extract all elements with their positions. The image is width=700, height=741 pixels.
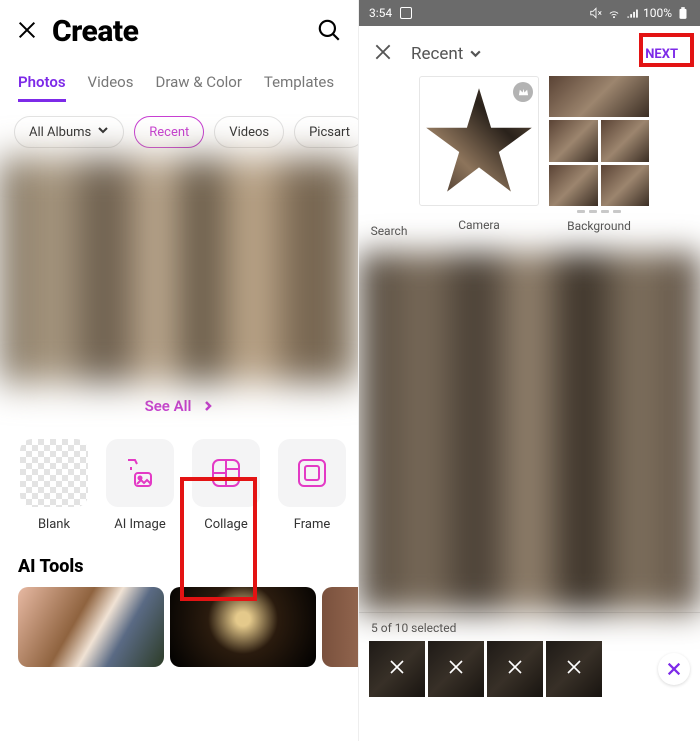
close-icon[interactable] <box>373 42 393 66</box>
ai-image-icon <box>106 439 174 507</box>
tool-collage[interactable]: Collage <box>186 439 266 532</box>
photo-grid-blurred[interactable] <box>359 252 700 612</box>
page-title: Create <box>52 14 138 49</box>
star-collage-preview <box>424 86 534 196</box>
chip-picsart[interactable]: Picsart <box>294 116 358 148</box>
battery-icon <box>676 6 690 20</box>
ai-tool-card[interactable] <box>322 587 358 667</box>
selected-thumb[interactable] <box>487 641 543 697</box>
chevron-right-icon <box>203 401 213 411</box>
remove-icon <box>447 658 465 680</box>
tool-ai-image[interactable]: AI Image <box>100 439 180 532</box>
tool-frame[interactable]: Frame <box>272 439 352 532</box>
feature-label: Search <box>369 224 409 238</box>
search-icon[interactable] <box>316 17 342 47</box>
feature-background[interactable]: Background <box>549 76 649 233</box>
next-button[interactable]: NEXT <box>637 43 686 66</box>
selection-bar: 5 of 10 selected <box>359 612 700 697</box>
selected-thumb[interactable] <box>546 641 602 697</box>
feature-camera[interactable]: Camera <box>419 76 539 232</box>
screenshot-icon <box>400 7 412 19</box>
remove-icon <box>506 658 524 680</box>
tool-label: AI Image <box>100 517 180 532</box>
tab-photos[interactable]: Photos <box>18 73 66 102</box>
see-all-button[interactable]: See All <box>0 383 358 429</box>
tab-draw-color[interactable]: Draw & Color <box>155 73 241 102</box>
mute-icon <box>589 6 603 20</box>
selected-thumb[interactable] <box>428 641 484 697</box>
feature-label: Background <box>549 219 649 233</box>
album-title[interactable]: Recent <box>411 44 463 64</box>
blank-icon <box>20 439 88 507</box>
feature-search[interactable]: Search <box>369 76 409 238</box>
status-bar: 3:54 100% <box>359 0 700 26</box>
category-tabs: Photos Videos Draw & Color Templates <box>0 53 358 102</box>
wifi-icon <box>607 6 621 20</box>
ai-tool-card[interactable] <box>18 587 164 667</box>
background-grid-preview <box>549 76 649 206</box>
ai-tools-row <box>0 587 358 667</box>
tool-row: Blank AI Image Collage Frame <box>0 429 358 536</box>
remove-icon <box>388 658 406 680</box>
ai-tools-header: AI Tools <box>0 536 358 587</box>
signal-icon <box>625 6 639 20</box>
chevron-down-icon[interactable] <box>469 45 482 64</box>
chevron-down-icon <box>97 124 109 140</box>
selection-count: 5 of 10 selected <box>369 619 690 641</box>
ai-tool-card[interactable] <box>170 587 316 667</box>
filter-chips: All Albums Recent Videos Picsart <box>0 102 358 158</box>
selected-thumb[interactable] <box>369 641 425 697</box>
premium-badge <box>513 82 533 102</box>
status-battery: 100% <box>643 6 672 20</box>
chip-videos[interactable]: Videos <box>214 116 284 148</box>
chip-label: All Albums <box>29 125 91 140</box>
pagination-dots <box>549 210 649 213</box>
status-time: 3:54 <box>369 6 392 20</box>
frame-icon <box>278 439 346 507</box>
tab-videos[interactable]: Videos <box>88 73 134 102</box>
see-all-label: See All <box>145 397 192 415</box>
tab-templates[interactable]: Templates <box>264 73 334 102</box>
tool-blank[interactable]: Blank <box>14 439 94 532</box>
clear-selection-button[interactable] <box>658 653 690 685</box>
close-icon[interactable] <box>16 19 38 45</box>
tool-label: Collage <box>186 517 266 532</box>
remove-icon <box>565 658 583 680</box>
chip-recent[interactable]: Recent <box>134 116 204 148</box>
chip-all-albums[interactable]: All Albums <box>14 116 124 148</box>
tool-label: Blank <box>14 517 94 532</box>
tool-label: Frame <box>272 517 352 532</box>
feature-label: Camera <box>419 218 539 232</box>
photo-gallery-preview[interactable] <box>0 158 358 383</box>
collage-icon <box>192 439 260 507</box>
